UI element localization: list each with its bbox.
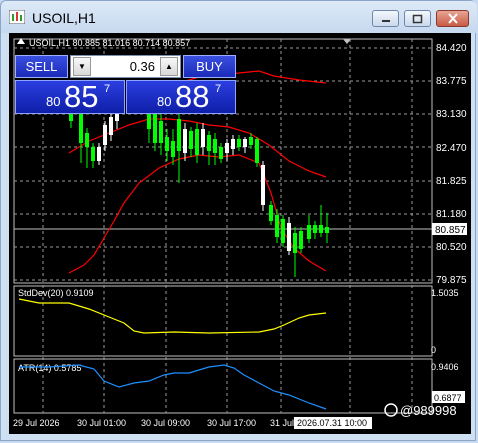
atr-current: 0.6877: [434, 393, 462, 403]
lot-size-field[interactable]: ▼ 0.36 ▲: [70, 55, 181, 78]
one-click-trading-panel: SELL ▼ 0.36 ▲ BUY 80 85 7 80 88 7: [15, 55, 236, 114]
chart-window: USOIL,H1 USOIL,H1 80.885 81.016 80.714 8…: [0, 0, 477, 441]
time-tick: 31 Jul: [270, 418, 294, 428]
buy-price-button[interactable]: 80 88 7: [126, 79, 236, 114]
price-tick: 79.875: [436, 275, 467, 286]
stddev-zero: 0: [431, 345, 436, 355]
close-icon: [447, 13, 458, 24]
price-tick: 80.520: [436, 242, 467, 253]
restore-icon: [412, 14, 423, 23]
social-logo-icon: [384, 403, 398, 417]
time-axis: 29 Jul 2026 30 Jul 01:00 30 Jul 09:00 30…: [13, 418, 294, 428]
price-tick: 81.825: [436, 176, 467, 187]
sell-price-pip: 7: [104, 83, 111, 95]
buy-price-main: 88: [175, 79, 210, 114]
atr-max: 0.9406: [431, 362, 459, 372]
sell-button[interactable]: SELL: [15, 55, 68, 78]
minimize-icon: [381, 19, 390, 22]
stddev-line: [18, 298, 327, 334]
info-line: USOIL,H1 80.885 81.016 80.714 80.857: [29, 38, 190, 48]
close-button[interactable]: [436, 10, 469, 27]
atr-label: ATR(14) 0.5785: [18, 363, 81, 373]
chart-canvas[interactable]: USOIL,H1 80.885 81.016 80.714 80.857 84.…: [9, 33, 471, 434]
price-tick: 83.775: [436, 76, 467, 87]
lot-increase-icon[interactable]: ▲: [160, 57, 178, 76]
price-tick: 82.470: [436, 143, 467, 154]
buy-price-pip: 7: [215, 83, 222, 95]
lot-size-value[interactable]: 0.36: [93, 59, 155, 74]
watermark-text: @989998: [400, 403, 457, 418]
time-tick: 29 Jul 2026: [13, 418, 60, 428]
buy-price-prefix: 80: [157, 94, 172, 109]
title-bar[interactable]: USOIL,H1: [1, 1, 477, 33]
watermark: @989998: [384, 403, 457, 418]
chart-app-icon: [9, 10, 25, 24]
price-tick: 81.180: [436, 209, 467, 220]
time-tick: 30 Jul 17:00: [207, 418, 256, 428]
time-tick: 30 Jul 01:00: [77, 418, 126, 428]
price-axis: 84.420 83.775 83.130 82.470 81.825 81.18…: [436, 43, 467, 286]
buy-button[interactable]: BUY: [183, 55, 236, 78]
lot-decrease-icon[interactable]: ▼: [73, 57, 91, 76]
stddev-label: StdDev(20) 0.9109: [18, 288, 94, 298]
time-cursor-label: 2026.07.31 10:00: [297, 418, 367, 428]
price-tick: 84.420: [436, 43, 467, 54]
sell-price-prefix: 80: [46, 94, 61, 109]
window-title: USOIL,H1: [32, 10, 96, 26]
minimize-button[interactable]: [372, 10, 399, 27]
stddev-max: 1.5035: [431, 288, 459, 298]
candles: [69, 103, 329, 277]
current-price-label: 80.857: [435, 225, 466, 236]
sell-price-main: 85: [64, 79, 99, 114]
price-tick: 83.130: [436, 109, 467, 120]
time-tick: 30 Jul 09:00: [141, 418, 190, 428]
sell-price-button[interactable]: 80 85 7: [15, 79, 125, 114]
restore-button[interactable]: [404, 10, 431, 27]
